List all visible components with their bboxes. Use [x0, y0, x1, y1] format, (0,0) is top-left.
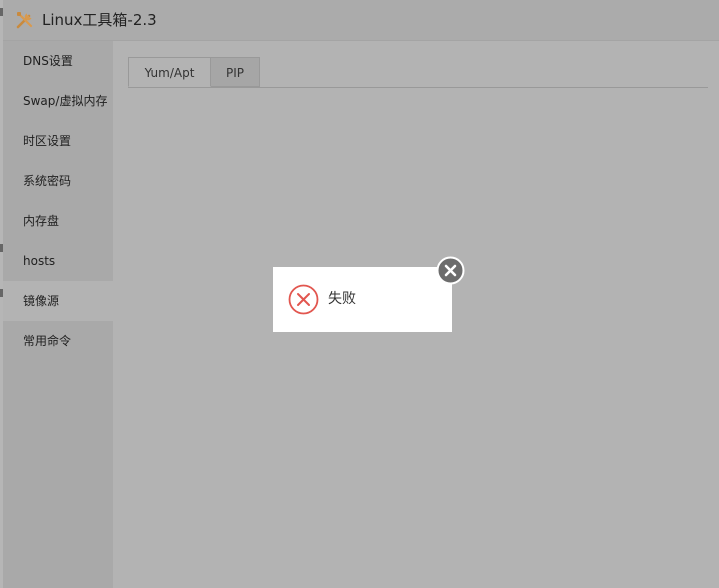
sidebar: DNS设置 Swap/虚拟内存 时区设置 系统密码 内存盘 hosts 镜像源 …: [3, 41, 113, 588]
close-icon[interactable]: [436, 256, 465, 285]
fail-x-circle-icon: [288, 284, 319, 315]
sidebar-item-dns[interactable]: DNS设置: [3, 41, 113, 81]
sidebar-item-mirror-source[interactable]: 镜像源: [3, 281, 113, 321]
sidebar-item-system-password[interactable]: 系统密码: [3, 161, 113, 201]
dialog-message: 失败: [328, 291, 356, 307]
sidebar-item-ramdisk[interactable]: 内存盘: [3, 201, 113, 241]
sidebar-item-hosts[interactable]: hosts: [3, 241, 113, 281]
tab-pip[interactable]: PIP: [211, 57, 260, 87]
error-dialog: 失败: [273, 267, 452, 332]
title-bar: Linux工具箱-2.3: [3, 0, 719, 41]
tools-icon: [16, 12, 33, 29]
sidebar-item-swap[interactable]: Swap/虚拟内存: [3, 81, 113, 121]
tab-yum-apt[interactable]: Yum/Apt: [128, 57, 211, 87]
sidebar-item-timezone[interactable]: 时区设置: [3, 121, 113, 161]
sidebar-item-common-commands[interactable]: 常用命令: [3, 321, 113, 361]
tab-bar: Yum/Apt PIP: [128, 57, 708, 88]
window-title: Linux工具箱-2.3: [42, 11, 157, 29]
